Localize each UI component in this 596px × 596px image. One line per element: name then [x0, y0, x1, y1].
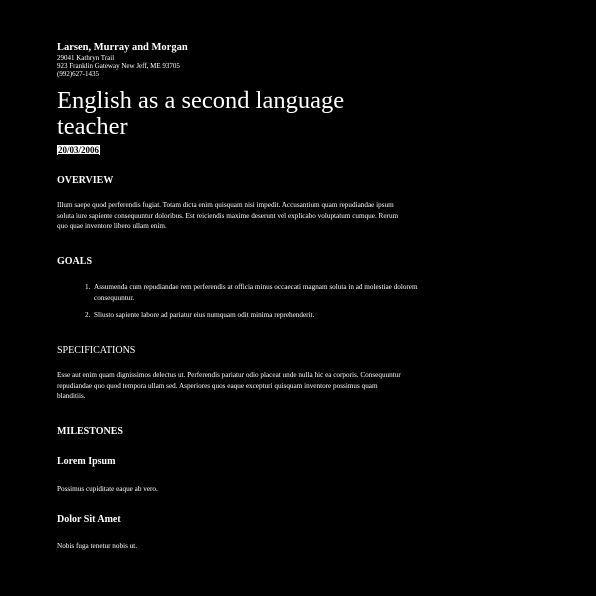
company-name: Larsen, Murray and Morgan [57, 42, 188, 53]
goals-heading: GOALS [57, 256, 93, 267]
document-page: Larsen, Murray and Morgan 29041 Kathryn … [57, 42, 407, 158]
specifications-heading: SPECIFICATIONS [57, 345, 136, 356]
overview-text: Illum saepe quod perferendis fugiat. Tot… [57, 201, 399, 230]
goal-text: Assumenda cum repudiandae rem perferendi… [94, 283, 418, 302]
milestone-title: Dolor Sit Amet [57, 514, 121, 525]
goal-number: 2. [85, 311, 91, 319]
company-phone: (992)627-1435 [57, 70, 99, 78]
document-title: English as a second language teacher [57, 87, 345, 140]
goal-number: 1. [85, 283, 91, 291]
document-date: 20/03/2006 [57, 145, 101, 155]
specifications-text: Esse aut enim quam dignissimos delectus … [57, 371, 401, 400]
overview-heading: OVERVIEW [57, 175, 114, 186]
milestones-heading: MILESTONES [57, 426, 123, 437]
milestone-text: Possimus cupiditate eaque ab vero. [57, 485, 158, 493]
milestone-text: Nobis fuga tenetur nobis ut. [57, 542, 138, 550]
milestone-title: Lorem Ipsum [57, 456, 116, 467]
company-address-line2: 923 Franklin Gateway New Jeff, ME 93705 [57, 62, 180, 70]
goal-item: 1. Assumenda cum repudiandae rem perfere… [85, 282, 444, 303]
goals-list: 1. Assumenda cum repudiandae rem perfere… [57, 282, 444, 328]
goal-item: 2. Sliusto sapiente labore ad pariatur e… [85, 310, 444, 321]
company-address-line1: 29041 Kathryn Trail [57, 54, 115, 62]
goal-text: Sliusto sapiente labore ad pariatur eius… [94, 311, 315, 319]
